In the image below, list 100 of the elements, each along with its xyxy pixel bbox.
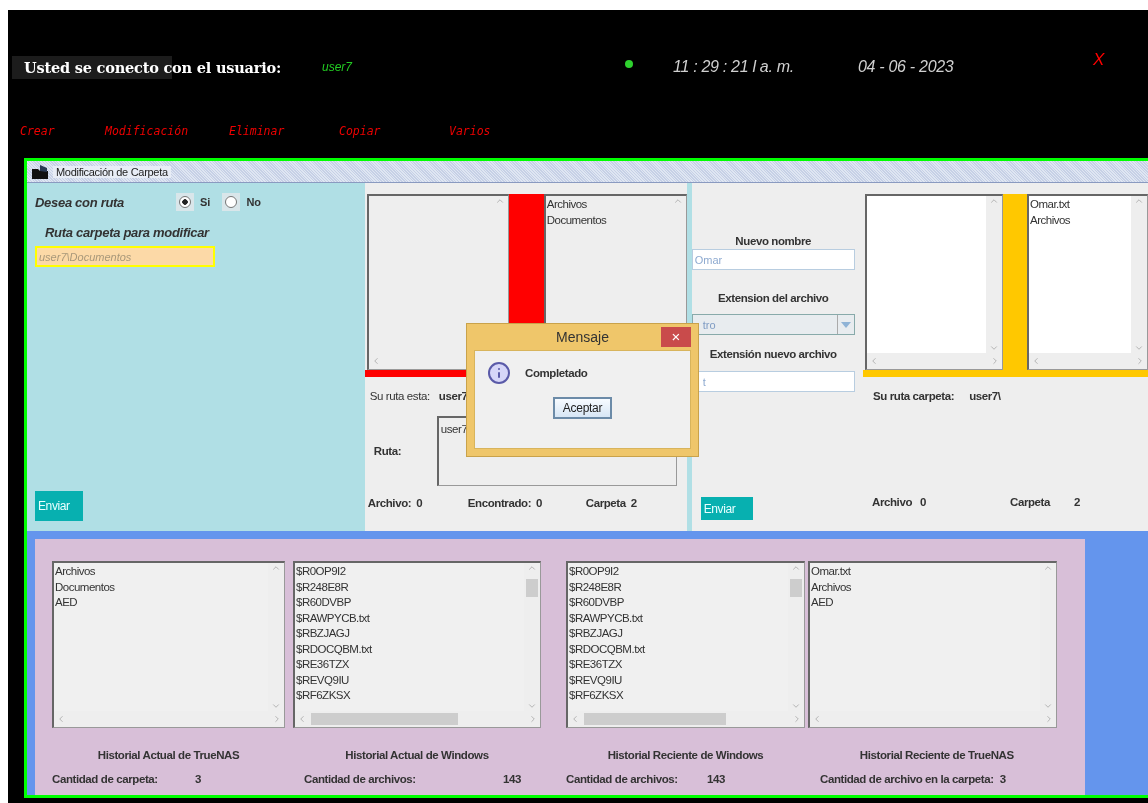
scroll-right-icon[interactable] (1044, 714, 1054, 724)
list-item[interactable]: $R0OP9I2 (569, 564, 788, 580)
list-item[interactable]: $RBZJAGJ (569, 626, 788, 642)
stat-label: Encontrado: (467, 497, 532, 509)
scroll-right-icon[interactable] (1135, 356, 1145, 366)
count-label: Cantidad de archivos: (566, 773, 678, 785)
accept-button[interactable]: Aceptar (552, 397, 613, 419)
scroll-down-icon[interactable] (271, 701, 281, 711)
scroll-down-icon[interactable] (1043, 701, 1053, 711)
history-title: Historial Actual de Windows (344, 749, 490, 761)
stat-value: 2 (1074, 496, 1081, 508)
scroll-right-icon[interactable] (792, 714, 802, 724)
scroll-left-icon[interactable] (869, 356, 879, 366)
scroll-left-icon[interactable] (297, 714, 307, 724)
scroll-right-icon[interactable] (990, 356, 1000, 366)
list-box[interactable]: $R0OP9I2 $R248E8R $R60DVBP $RAWPYCB.txt $RBZJAGJ $RDOCQBM.txt $RE36TZX $REVQ9IU $RF6ZKSX (566, 561, 805, 728)
name-field[interactable]: Omar (691, 249, 855, 270)
list-item[interactable]: $RDOCQBM.txt (569, 641, 788, 657)
name-label: Nuevo nombre (734, 235, 813, 247)
scroll-thumb[interactable] (790, 579, 802, 597)
scroll-up-icon[interactable] (271, 563, 281, 573)
list-item[interactable]: $R248E8R (569, 579, 788, 595)
menu-item[interactable]: Modificación (105, 124, 229, 138)
list-item[interactable]: $RAWPYCB.txt (569, 610, 788, 626)
stat-value: 2 (630, 497, 637, 509)
route-field[interactable]: user7\Documentos (35, 246, 215, 267)
list-item[interactable]: $RE36TZX (569, 657, 788, 673)
list-item[interactable]: AED (55, 595, 268, 611)
close-button[interactable]: X (1093, 50, 1148, 70)
stat-value: 0 (536, 497, 543, 509)
list-item[interactable]: $R60DVBP (569, 595, 788, 611)
list-item[interactable]: Omar.txt (1030, 197, 1131, 213)
menu-item[interactable]: Varios (449, 124, 1148, 138)
list-item[interactable]: $REVQ9IU (296, 672, 524, 688)
scroll-up-icon[interactable] (672, 196, 683, 206)
list-item[interactable]: Archivos (811, 579, 1040, 595)
route-label: Ruta carpeta para modificar (45, 225, 211, 240)
scroll-down-icon[interactable] (527, 701, 537, 711)
list-box[interactable]: $R0OP9I2 $R248E8R $R60DVBP $RAWPYCB.txt $RBZJAGJ $RDOCQBM.txt $RE36TZX $REVQ9IU $RF6ZKSX (293, 561, 541, 728)
scroll-left-icon[interactable] (812, 714, 822, 724)
info-icon (487, 361, 511, 385)
list-item[interactable]: $RAWPYCB.txt (296, 610, 524, 626)
scroll-down-icon[interactable] (989, 343, 999, 353)
menu-item[interactable]: Crear (20, 124, 105, 138)
list-item[interactable]: Archivos (1030, 212, 1131, 228)
count-label: Cantidad de carpeta: (52, 773, 158, 785)
scroll-down-icon[interactable] (1134, 343, 1144, 353)
scroll-left-icon[interactable] (56, 714, 66, 724)
list-item[interactable]: $R60DVBP (296, 595, 524, 611)
scroll-thumb[interactable] (311, 713, 458, 725)
list-item[interactable]: Documentos (55, 579, 268, 595)
dialog-message: Completado (525, 367, 588, 379)
scroll-up-icon[interactable] (494, 196, 505, 206)
scroll-thumb[interactable] (584, 713, 726, 725)
list-item[interactable]: $RE36TZX (296, 657, 524, 673)
dropdown-caret-icon (840, 321, 851, 328)
folder-icon (31, 163, 49, 180)
scroll-up-icon[interactable] (1134, 196, 1144, 206)
menu-item[interactable]: Copiar (339, 124, 449, 138)
extension-label: Extension del archivo (716, 292, 830, 304)
radio-button[interactable]: No (222, 193, 262, 211)
list-item[interactable]: $RF6ZKSX (569, 688, 788, 704)
list-item[interactable]: $RBZJAGJ (296, 626, 524, 642)
list-item[interactable]: $R248E8R (296, 579, 524, 595)
dialog-title: Mensaje (556, 329, 609, 345)
path-value: user7\ (969, 390, 1001, 402)
scroll-up-icon[interactable] (791, 563, 801, 573)
scroll-thumb[interactable] (526, 579, 538, 597)
list-item[interactable]: $R0OP9I2 (296, 564, 524, 580)
scroll-down-icon[interactable] (791, 701, 801, 711)
count-value: 143 (707, 773, 725, 785)
list-box[interactable] (366, 194, 509, 370)
list-item[interactable]: Omar.txt (811, 564, 1040, 580)
list-box[interactable]: Omar.txt Archivos AED (808, 561, 1057, 728)
history-title: Historial Reciente de TrueNAS (858, 749, 1015, 761)
scroll-left-icon[interactable] (570, 714, 580, 724)
list-box[interactable] (865, 194, 1003, 370)
scroll-up-icon[interactable] (1043, 563, 1053, 573)
list-item[interactable]: $RF6ZKSX (296, 688, 524, 704)
scroll-left-icon[interactable] (1031, 356, 1041, 366)
path-label: Su ruta esta: (369, 390, 430, 402)
list-item[interactable]: Documentos (546, 212, 670, 228)
stat-label: Carpeta (585, 497, 626, 509)
date-text: 04 - 06 - 2023 (858, 58, 955, 76)
stat-label: Archivo (872, 496, 913, 508)
list-box[interactable]: Archivos Documentos AED (52, 561, 285, 728)
close-button[interactable]: × (661, 327, 691, 347)
list-item[interactable]: $RDOCQBM.txt (296, 641, 524, 657)
list-item[interactable]: AED (811, 595, 1040, 611)
scroll-right-icon[interactable] (272, 714, 282, 724)
list-box[interactable]: Omar.txt Archivos (1027, 194, 1148, 370)
list-item[interactable]: $REVQ9IU (569, 672, 788, 688)
scroll-up-icon[interactable] (527, 563, 537, 573)
stat-value: 0 (416, 497, 423, 509)
scroll-up-icon[interactable] (989, 196, 999, 206)
path-value: user7 (438, 390, 468, 402)
list-item[interactable]: Archivos (546, 197, 670, 213)
list-item[interactable]: Archivos (55, 564, 268, 580)
scroll-right-icon[interactable] (528, 714, 538, 724)
menu-item[interactable]: Eliminar (229, 124, 339, 138)
